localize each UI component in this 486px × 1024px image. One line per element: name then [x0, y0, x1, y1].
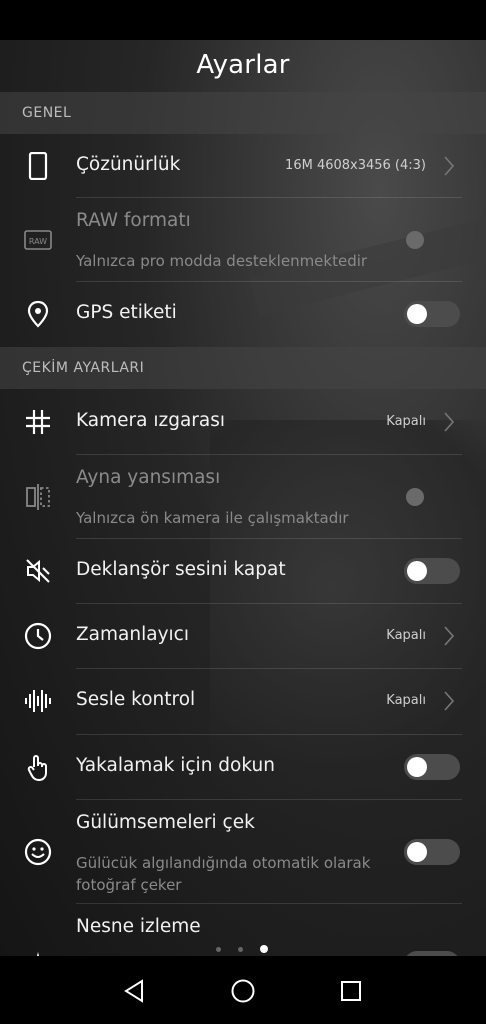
recents-square-icon[interactable] [338, 978, 364, 1004]
toggle-knob [407, 304, 427, 324]
page-dot-active[interactable] [260, 945, 268, 953]
camera-settings-screen: Ayarlar GENEL Çözünürlük 16M 4608x3456 (… [0, 40, 486, 956]
setting-label: Sesle kontrol [76, 689, 196, 710]
setting-label: Çözünürlük [76, 154, 181, 175]
setting-timer[interactable]: Zamanlayıcı Kapalı [0, 604, 486, 669]
voice-bars-icon [25, 690, 51, 712]
setting-label: Zamanlayıcı [76, 624, 189, 645]
touch-capture-toggle[interactable] [404, 754, 460, 780]
setting-touch-capture[interactable]: Yakalamak için dokun [0, 735, 486, 800]
setting-voice-control[interactable]: Sesle kontrol Kapalı [0, 669, 486, 735]
setting-label: Deklanşör sesini kapat [76, 559, 286, 580]
setting-label: Nesne izleme [76, 916, 201, 937]
back-triangle-icon[interactable] [122, 978, 148, 1004]
page-indicator [0, 942, 486, 956]
setting-label: GPS etiketi [76, 302, 177, 323]
setting-mute-shutter[interactable]: Deklanşör sesini kapat [0, 539, 486, 604]
section-header-general: GENEL [0, 92, 486, 134]
clock-icon [24, 622, 52, 650]
raw-icon: RAW [24, 230, 52, 250]
gps-toggle[interactable] [404, 301, 460, 327]
disabled-toggle [406, 231, 424, 249]
toggle-knob [407, 757, 427, 777]
chevron-right-icon [444, 691, 455, 711]
setting-smile-capture[interactable]: Gülümsemeleri çek Gülücük algılandığında… [0, 800, 486, 904]
toggle-knob [407, 561, 427, 581]
smile-capture-toggle[interactable] [404, 839, 460, 865]
location-pin-icon [27, 300, 49, 328]
toggle-knob [407, 842, 427, 862]
home-circle-icon[interactable] [230, 978, 256, 1004]
smile-icon [24, 838, 52, 866]
mirror-icon [26, 484, 50, 510]
navigation-bar [0, 956, 486, 1024]
chevron-right-icon [444, 626, 455, 646]
svg-text:RAW: RAW [29, 237, 47, 246]
setting-description: Yalnızca pro modda desteklenmektedir [76, 252, 368, 270]
chevron-right-icon [444, 156, 455, 176]
section-header-capture: ÇEKİM AYARLARI [0, 347, 486, 389]
section-title: GENEL [22, 105, 72, 121]
setting-label: Ayna yansıması [76, 467, 221, 488]
phone-outline-icon [28, 152, 48, 180]
touch-hand-icon [27, 755, 47, 781]
grid-icon [26, 410, 50, 434]
chevron-right-icon [444, 412, 455, 432]
setting-mirror: Ayna yansıması Yalnızca ön kamera ile ça… [0, 455, 486, 539]
setting-label: Kamera ızgarası [76, 410, 226, 431]
setting-label: Gülümsemeleri çek [76, 812, 255, 833]
page-title: Ayarlar [196, 50, 290, 80]
setting-camera-grid[interactable]: Kamera ızgarası Kapalı [0, 390, 486, 455]
setting-value: Kapalı [386, 628, 426, 643]
page-dot[interactable] [238, 947, 243, 952]
section-title: ÇEKİM AYARLARI [22, 360, 145, 376]
disabled-toggle [406, 488, 424, 506]
mute-shutter-toggle[interactable] [404, 558, 460, 584]
setting-value: Kapalı [386, 693, 426, 708]
setting-raw-format: RAW RAW formatı Yalnızca pro modda deste… [0, 198, 486, 282]
page-dot[interactable] [216, 947, 221, 952]
setting-value: 16M 4608x3456 (4:3) [285, 158, 426, 173]
setting-description: Gülücük algılandığında otomatik olarak f… [76, 854, 371, 894]
setting-label: RAW formatı [76, 210, 191, 231]
status-bar [0, 0, 486, 40]
mute-shutter-icon [26, 559, 50, 583]
setting-label: Yakalamak için dokun [76, 755, 275, 776]
setting-resolution[interactable]: Çözünürlük 16M 4608x3456 (4:3) [0, 134, 486, 198]
setting-description: Yalnızca ön kamera ile çalışmaktadır [76, 509, 349, 527]
setting-value: Kapalı [386, 414, 426, 429]
setting-gps-tag[interactable]: GPS etiketi [0, 282, 486, 346]
